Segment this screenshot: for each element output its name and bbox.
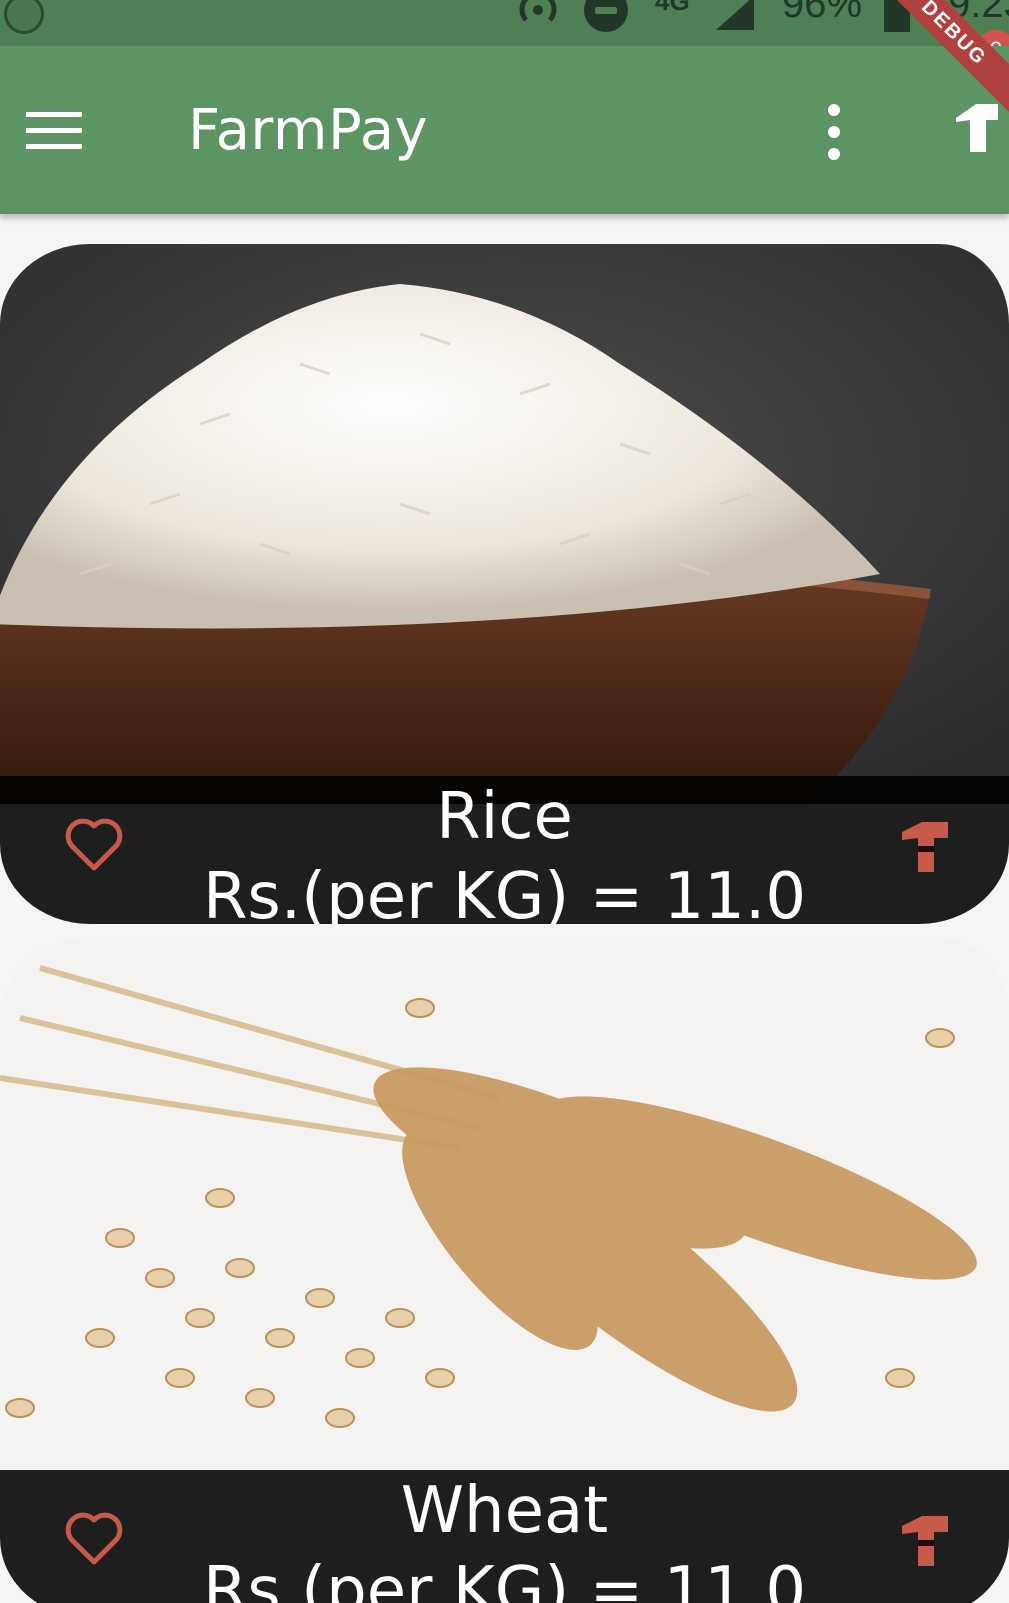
- wheat-image: [0, 938, 1009, 1498]
- battery-percent: 96%: [782, 0, 863, 26]
- product-card-rice[interactable]: Rice Rs.(per KG) = 11.0: [0, 244, 1009, 924]
- app-bar: FarmPay: [0, 46, 1009, 214]
- more-options-icon[interactable]: [822, 104, 846, 160]
- product-name: Rice: [436, 780, 573, 854]
- do-not-disturb-icon: [584, 0, 628, 32]
- product-list: Rice Rs.(per KG) = 11.0 Wheat Rs.(per KG…: [0, 214, 1009, 1603]
- network-type: 4G: [655, 0, 690, 16]
- hotspot-icon: [519, 0, 557, 22]
- product-price: Rs.(per KG) = 11.0: [202, 1554, 807, 1603]
- menu-icon[interactable]: [26, 112, 82, 152]
- add-to-cart-icon[interactable]: [952, 100, 1002, 156]
- add-to-cart-icon[interactable]: [900, 820, 950, 876]
- product-footer: Wheat Rs.(per KG) = 11.0: [0, 1470, 1009, 1603]
- page-title: FarmPay: [188, 98, 429, 163]
- add-to-cart-icon[interactable]: [900, 1514, 950, 1570]
- signal-icon: [716, 0, 754, 30]
- notification-dot-icon: [4, 0, 44, 34]
- rice-image: [0, 244, 1009, 804]
- product-price: Rs.(per KG) = 11.0: [202, 860, 807, 924]
- product-card-wheat[interactable]: Wheat Rs.(per KG) = 11.0: [0, 938, 1009, 1603]
- status-bar: 4G 96% 9:23: [0, 0, 1009, 46]
- product-footer: Rice Rs.(per KG) = 11.0: [0, 776, 1009, 924]
- product-name: Wheat: [400, 1474, 609, 1548]
